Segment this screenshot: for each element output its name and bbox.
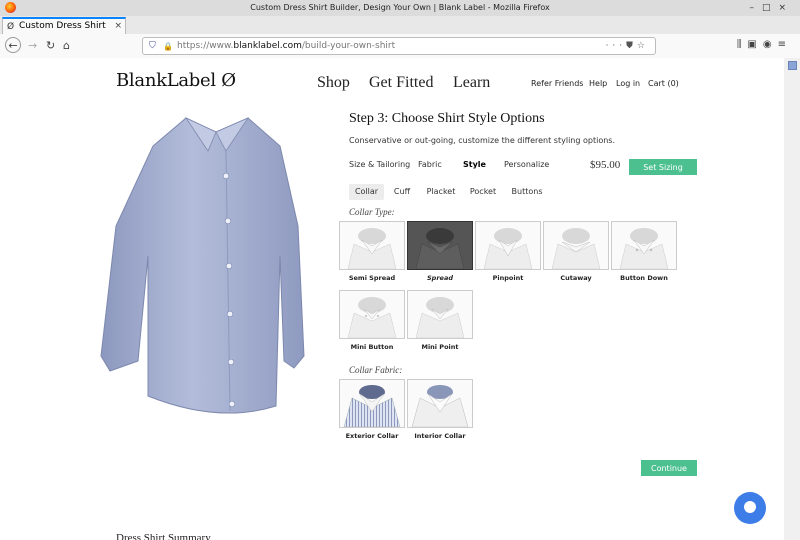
- chat-bubble-icon: [744, 501, 756, 513]
- library-icon: ⫼: [736, 39, 748, 50]
- pocket-icon: ⛊: [626, 41, 637, 51]
- sidebar-icon: ▣: [747, 39, 763, 50]
- collar-fabric-thumbnail[interactable]: [407, 379, 473, 428]
- blanklabel-logo[interactable]: BlankLabel Ø: [116, 70, 236, 91]
- collar-fabric-exterior[interactable]: Exterior Collar: [339, 379, 405, 440]
- tracking-shield-icon[interactable]: ⛉: [149, 38, 156, 55]
- step-title: Step 3: Choose Shirt Style Options: [349, 111, 545, 126]
- home-icon[interactable]: ⌂: [63, 39, 70, 53]
- step-subtitle: Conservative or out-going, customize the…: [349, 136, 615, 145]
- webpage: BlankLabel Ø Shop Get Fitted Learn Refer…: [0, 58, 784, 540]
- collar-option-spread[interactable]: Spread: [407, 221, 473, 282]
- subtab-buttons[interactable]: Buttons: [511, 184, 543, 200]
- step-tab-fabric[interactable]: Fabric: [418, 160, 442, 169]
- page-actions-menu-icon: ···: [605, 41, 627, 51]
- reload-icon[interactable]: ↻: [46, 39, 55, 53]
- firefox-logo-icon: [5, 2, 16, 13]
- window-controls[interactable]: –□×: [749, 0, 794, 16]
- subtab-pocket[interactable]: Pocket: [468, 184, 498, 200]
- collar-fabric-label: Collar Fabric:: [349, 365, 403, 375]
- cart-link[interactable]: Cart (0): [648, 79, 679, 88]
- collar-thumbnail[interactable]: [339, 221, 405, 270]
- subtab-collar[interactable]: Collar: [349, 184, 384, 200]
- collar-thumbnail[interactable]: [543, 221, 609, 270]
- nav-learn[interactable]: Learn: [453, 74, 490, 92]
- blanklabel-favicon-icon: Ø: [7, 22, 15, 32]
- menu-icon: ≡: [777, 39, 792, 50]
- collar-option-label: Cutaway: [560, 274, 592, 282]
- collar-thumbnail[interactable]: [611, 221, 677, 270]
- chat-button[interactable]: [734, 492, 766, 524]
- lock-icon[interactable]: 🔒: [163, 38, 173, 55]
- url-text[interactable]: https://www.blanklabel.com/build-your-ow…: [177, 38, 395, 55]
- shirt-preview-image: [100, 117, 305, 414]
- collar-fabric-thumbnail[interactable]: [339, 379, 405, 428]
- scrollbar-thumb[interactable]: [788, 61, 797, 70]
- window-titlebar: Custom Dress Shirt Builder, Design Your …: [0, 0, 800, 16]
- collar-option-label: Button Down: [620, 274, 668, 282]
- back-arrow-icon[interactable]: ←: [5, 37, 21, 53]
- summary-heading: Dress Shirt Summary: [116, 532, 211, 540]
- subtab-cuff[interactable]: Cuff: [391, 184, 413, 200]
- step-tab-personalize[interactable]: Personalize: [504, 160, 549, 169]
- collar-option-pinpoint[interactable]: Pinpoint: [475, 221, 541, 282]
- login-link[interactable]: Log in: [616, 79, 640, 88]
- collar-option-label: Mini Button: [350, 343, 394, 351]
- collar-option-label: Mini Point: [421, 343, 459, 351]
- nav-get-fitted[interactable]: Get Fitted: [369, 74, 433, 92]
- page-actions[interactable]: ···⛊☆: [606, 38, 649, 55]
- collar-fabric-interior[interactable]: Interior Collar: [407, 379, 473, 440]
- step-tab-size-tailoring[interactable]: Size & Tailoring: [349, 160, 410, 169]
- forward-arrow-icon[interactable]: →: [28, 39, 37, 53]
- refer-friends-link[interactable]: Refer Friends: [531, 79, 583, 88]
- account-icon: ◉: [762, 39, 778, 50]
- subtab-placket[interactable]: Placket: [425, 184, 457, 200]
- tab-strip: Ø Custom Dress Shirt × +: [0, 16, 800, 48]
- collar-option-semi-spread[interactable]: Semi Spread: [339, 221, 405, 282]
- bookmark-star-icon: ☆: [636, 41, 649, 51]
- url-bar[interactable]: ⛉ 🔒 https://www.blanklabel.com/build-you…: [142, 37, 656, 55]
- collar-option-mini-point[interactable]: Mini Point: [407, 290, 473, 351]
- page-scrollbar[interactable]: [784, 58, 800, 540]
- step-tab-style[interactable]: Style: [463, 160, 486, 169]
- nav-shop[interactable]: Shop: [317, 74, 350, 92]
- collar-option-label: Pinpoint: [492, 274, 524, 282]
- collar-thumbnail-selected[interactable]: [407, 221, 473, 270]
- window-title: Custom Dress Shirt Builder, Design Your …: [250, 3, 550, 12]
- set-sizing-button[interactable]: Set Sizing: [629, 159, 697, 175]
- collar-type-label: Collar Type:: [349, 207, 395, 217]
- tab-title: Custom Dress Shirt: [19, 21, 106, 31]
- collar-thumbnail[interactable]: [475, 221, 541, 270]
- collar-option-cutaway[interactable]: Cutaway: [543, 221, 609, 282]
- navigation-toolbar: ← → ↻ ⌂ ⛉ 🔒 https://www.blanklabel.com/b…: [0, 34, 800, 59]
- continue-button[interactable]: Continue: [641, 460, 697, 476]
- collar-option-mini-button[interactable]: Mini Button: [339, 290, 405, 351]
- browser-tab[interactable]: Ø Custom Dress Shirt ×: [2, 17, 126, 34]
- toolbar-icons[interactable]: ⫼▣◉≡: [737, 39, 792, 50]
- collar-fabric-label-text: Interior Collar: [414, 432, 466, 440]
- collar-option-label: Semi Spread: [348, 274, 396, 282]
- close-tab-icon[interactable]: ×: [114, 19, 122, 33]
- collar-thumbnail[interactable]: [407, 290, 473, 339]
- collar-thumbnail[interactable]: [339, 290, 405, 339]
- collar-option-label: Spread: [427, 274, 453, 282]
- collar-option-button-down[interactable]: Button Down: [611, 221, 677, 282]
- help-link[interactable]: Help: [589, 79, 607, 88]
- shirt-price: $95.00: [590, 159, 621, 171]
- collar-fabric-label-text: Exterior Collar: [345, 432, 399, 440]
